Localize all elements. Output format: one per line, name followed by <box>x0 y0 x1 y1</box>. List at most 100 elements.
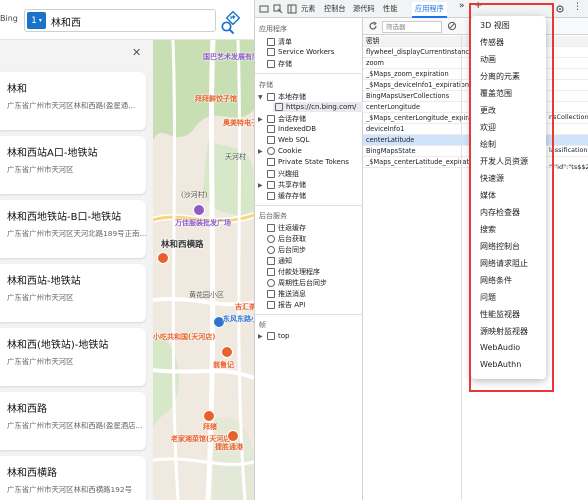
sidebar-item-payment-handler[interactable]: 付款处理程序 <box>267 267 320 277</box>
sidebar-item-manifest[interactable]: 清单 <box>267 37 292 47</box>
result-title: 林和 <box>7 84 27 95</box>
menu-item-coverage[interactable]: 覆盖范围 <box>480 88 512 99</box>
map-poi-label[interactable]: 捷胜通港 <box>215 442 243 452</box>
sidebar-item-label: Web SQL <box>278 136 310 144</box>
inspect-icon[interactable] <box>273 4 283 14</box>
sidebar-item-indexeddb[interactable]: IndexedDB <box>267 125 316 133</box>
clear-icon[interactable] <box>447 21 457 31</box>
more-tabs-icon[interactable]: » <box>459 1 465 11</box>
restaurant-icon[interactable] <box>157 252 169 264</box>
sidebar-item-bfcache[interactable]: 往返缓存 <box>267 223 306 233</box>
menu-item-performance-monitor[interactable]: 性能监视器 <box>480 309 520 320</box>
sidebar-item-session-storage[interactable]: ▶ 会话存储 <box>258 114 306 124</box>
menu-item-changes[interactable]: 更改 <box>480 105 496 116</box>
sidebar-item-local-storage-origin[interactable]: https://cn.bing.com/ <box>273 102 363 112</box>
result-item[interactable]: 林和西(地铁站)-地铁站 广东省广州市天河区 <box>0 328 146 386</box>
directions-icon[interactable] <box>226 11 240 25</box>
sidebar-item-periodic-sync[interactable]: 周期性后台同步 <box>267 278 327 288</box>
menu-item-developer-resources[interactable]: 开发人员资源 <box>480 156 528 167</box>
column-divider[interactable] <box>461 35 462 500</box>
menu-item-rendering[interactable]: 绘制 <box>480 139 496 150</box>
result-item[interactable]: 林和西横路 广东省广州市天河区林和西横路192号 <box>0 456 146 500</box>
menu-item-webaudio[interactable]: WebAudio <box>480 343 520 352</box>
tab-console[interactable]: 控制台 <box>324 4 346 14</box>
map-canvas[interactable]: 国巴艺术发展有限公司 拜拜鲜饺子馆 奥美特电子商城 天河村 (沙河村) 万佳服装… <box>153 40 254 500</box>
sidebar-item-service-workers[interactable]: Service Workers <box>267 48 334 56</box>
menu-item-sensors[interactable]: 传感器 <box>480 37 504 48</box>
menu-item-welcome[interactable]: 欢迎 <box>480 122 496 133</box>
tab-application[interactable]: 应用程序 <box>412 2 447 18</box>
refresh-icon[interactable] <box>368 21 378 31</box>
sidebar-item-label: 报告 API <box>278 301 306 309</box>
map-poi-label[interactable]: 吉汇茶 <box>235 302 254 312</box>
map-poi-label[interactable]: 翁鲁记 <box>213 360 234 370</box>
tab-sources[interactable]: 源代码 <box>353 4 375 14</box>
close-icon[interactable]: ✕ <box>132 46 141 59</box>
chevron-right-icon[interactable]: ▶ <box>258 148 264 155</box>
result-address: 广东省广州市天河区天河北路189号正南... <box>7 229 146 238</box>
menu-item-network-console[interactable]: 网络控制台 <box>480 241 520 252</box>
menu-item-memory-inspector[interactable]: 内存检查器 <box>480 207 520 218</box>
restaurant-icon[interactable] <box>227 430 239 442</box>
map-poi-label[interactable]: 万佳服装批发广场 <box>175 218 231 228</box>
chevron-right-icon[interactable]: ▶ <box>258 116 264 123</box>
menu-item-3d-view[interactable]: 3D 视图 <box>480 20 510 31</box>
map-poi-label[interactable]: 东风东路小学 <box>223 314 254 324</box>
tab-performance[interactable]: 性能 <box>383 4 397 14</box>
device-toolbar-icon[interactable] <box>259 4 269 14</box>
card-icon <box>267 268 275 276</box>
menu-item-detached-elements[interactable]: 分离的元素 <box>480 71 520 82</box>
map-poi-label[interactable]: 国巴艺术发展有限公司 <box>203 52 254 62</box>
menu-item-search[interactable]: 搜索 <box>480 224 496 235</box>
sidebar-toggle-icon[interactable] <box>287 4 297 14</box>
chevron-right-icon[interactable]: ▶ <box>258 182 264 189</box>
sidebar-item-label: 付款处理程序 <box>278 268 320 276</box>
menu-item-media[interactable]: 媒体 <box>480 190 496 201</box>
search-input[interactable]: 林和西 <box>51 14 81 29</box>
menu-item-issues[interactable]: 问题 <box>480 292 496 303</box>
add-tab-icon[interactable]: + <box>474 0 482 11</box>
menu-item-network-conditions[interactable]: 网络条件 <box>480 275 512 286</box>
map-poi-label[interactable]: 拜拜鲜饺子馆 <box>195 94 237 104</box>
sidebar-item-background-sync[interactable]: 后台同步 <box>267 245 306 255</box>
chevron-down-icon: ▾ <box>38 17 42 24</box>
restaurant-icon[interactable] <box>221 346 233 358</box>
sidebar-item-cookie[interactable]: ▶ Cookie <box>258 147 302 155</box>
search-box[interactable]: 1 ▾ 林和西 <box>24 9 235 35</box>
result-item[interactable]: 林和西站-地铁站 广东省广州市天河区 <box>0 264 146 322</box>
menu-item-quick-source[interactable]: 快速源 <box>480 173 504 184</box>
sidebar-item-local-storage[interactable]: ▼ 本地存储 <box>258 92 306 102</box>
sidebar-item-shared-storage[interactable]: ▶ 共享存储 <box>258 180 306 190</box>
sidebar-item-storage[interactable]: 存储 <box>267 59 292 69</box>
sidebar-item-push-messaging[interactable]: 推送消息 <box>267 289 306 299</box>
chevron-down-icon[interactable]: ▼ <box>258 94 264 101</box>
divider <box>255 205 363 206</box>
sidebar-item-cache-storage[interactable]: 缓存存储 <box>267 191 306 201</box>
menu-item-network-request-blocking[interactable]: 网络请求阻止 <box>480 258 528 269</box>
menu-item-animations[interactable]: 动画 <box>480 54 496 65</box>
map-poi-label[interactable]: 拜猪 <box>203 422 217 432</box>
restaurant-icon[interactable] <box>203 410 215 422</box>
sidebar-item-interest-groups[interactable]: 兴趣组 <box>267 169 299 179</box>
sidebar-item-frame-top[interactable]: ▶ top <box>258 332 289 340</box>
sidebar-item-reporting-api[interactable]: 报告 API <box>267 300 305 310</box>
settings-icon[interactable] <box>555 4 565 14</box>
sidebar-item-background-fetch[interactable]: 后台获取 <box>267 234 306 244</box>
menu-item-webauthn[interactable]: WebAuthn <box>480 360 521 369</box>
result-item[interactable]: 林和 广东省广州市天河区林和西路(盈星通... <box>0 72 146 130</box>
more-options-icon[interactable]: ⋮ <box>573 2 582 12</box>
search-number-badge[interactable]: 1 ▾ <box>27 12 46 29</box>
sidebar-item-web-sql[interactable]: Web SQL <box>267 136 309 144</box>
result-item[interactable]: 林和西路 广东省广州市天河区林和西路(盈星酒店... <box>0 392 146 450</box>
shopping-icon[interactable] <box>193 204 205 216</box>
menu-item-source-map-monitor[interactable]: 源映射监视器 <box>480 326 528 337</box>
sidebar-item-private-state-tokens[interactable]: Private State Tokens <box>267 158 349 166</box>
chevron-right-icon[interactable]: ▶ <box>258 333 264 340</box>
result-item[interactable]: 林和西站A口-地铁站 广东省广州市天河区 <box>0 136 146 194</box>
tab-elements[interactable]: 元素 <box>301 4 315 14</box>
result-item[interactable]: 林和西地铁站-B口-地铁站 广东省广州市天河区天河北路189号正南... <box>0 200 146 258</box>
filter-input[interactable]: 筛选器 <box>382 21 442 33</box>
map-poi-label[interactable]: 小吃共和国(天河店) <box>153 332 215 342</box>
sidebar-item-notifications[interactable]: 通知 <box>267 256 292 266</box>
map-poi-label[interactable]: 奥美特电子商城 <box>223 118 254 128</box>
